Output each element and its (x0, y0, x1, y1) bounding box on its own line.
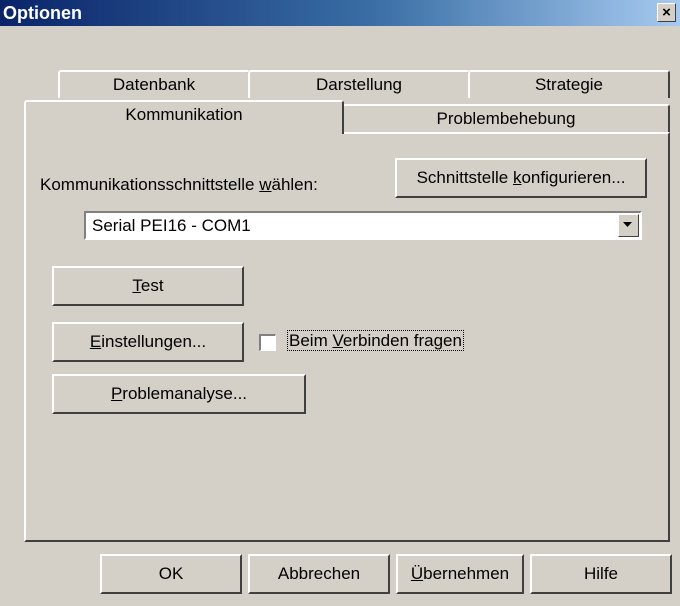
dropdown-button[interactable] (618, 214, 639, 237)
test-button[interactable]: Test (52, 266, 244, 306)
tab-label: Datenbank (112, 75, 196, 94)
tab-label: Strategie (534, 75, 604, 94)
interface-select-value: Serial PEI16 - COM1 (92, 216, 251, 235)
chevron-down-icon (623, 222, 632, 227)
problem-analysis-button[interactable]: Problemanalyse... (52, 374, 306, 414)
interface-label: Kommunikationsschnittstelle wählen: (40, 175, 318, 194)
close-button[interactable]: × (657, 3, 676, 22)
tab-strategie[interactable]: Strategie (468, 70, 670, 98)
button-label: Schnittstelle konfigurieren... (416, 168, 626, 187)
ok-button[interactable]: OK (100, 554, 242, 594)
apply-button[interactable]: Übernehmen (396, 554, 524, 594)
tab-datenbank[interactable]: Datenbank (58, 70, 250, 98)
help-button[interactable]: Hilfe (530, 554, 672, 594)
interface-select[interactable]: Serial PEI16 - COM1 (84, 211, 642, 240)
tab-kommunikation[interactable]: Kommunikation (24, 100, 344, 134)
button-label: Abbrechen (277, 564, 361, 583)
tab-darstellung[interactable]: Darstellung (248, 70, 470, 98)
window-title: Optionen (3, 3, 82, 23)
button-label: Einstellungen... (89, 332, 207, 351)
ask-on-connect-label[interactable]: Beim Verbinden fragen (287, 330, 464, 351)
close-icon: × (662, 4, 671, 21)
button-label: Hilfe (583, 564, 618, 583)
cancel-button[interactable]: Abbrechen (248, 554, 390, 594)
tab-problembehebung[interactable]: Problembehebung (342, 104, 670, 132)
button-label: Problemanalyse... (110, 384, 248, 403)
tab-label: Problembehebung (436, 109, 576, 128)
title-bar: Optionen × (0, 0, 680, 26)
tab-label: Darstellung (316, 75, 402, 94)
button-label: OK (158, 564, 184, 583)
configure-interface-button[interactable]: Schnittstelle konfigurieren... (395, 158, 647, 198)
ask-on-connect-checkbox[interactable] (259, 334, 276, 351)
tab-label: Kommunikation (125, 105, 243, 124)
settings-button[interactable]: Einstellungen... (52, 322, 244, 362)
button-label: Übernehmen (410, 564, 510, 583)
button-label: Test (132, 276, 164, 295)
